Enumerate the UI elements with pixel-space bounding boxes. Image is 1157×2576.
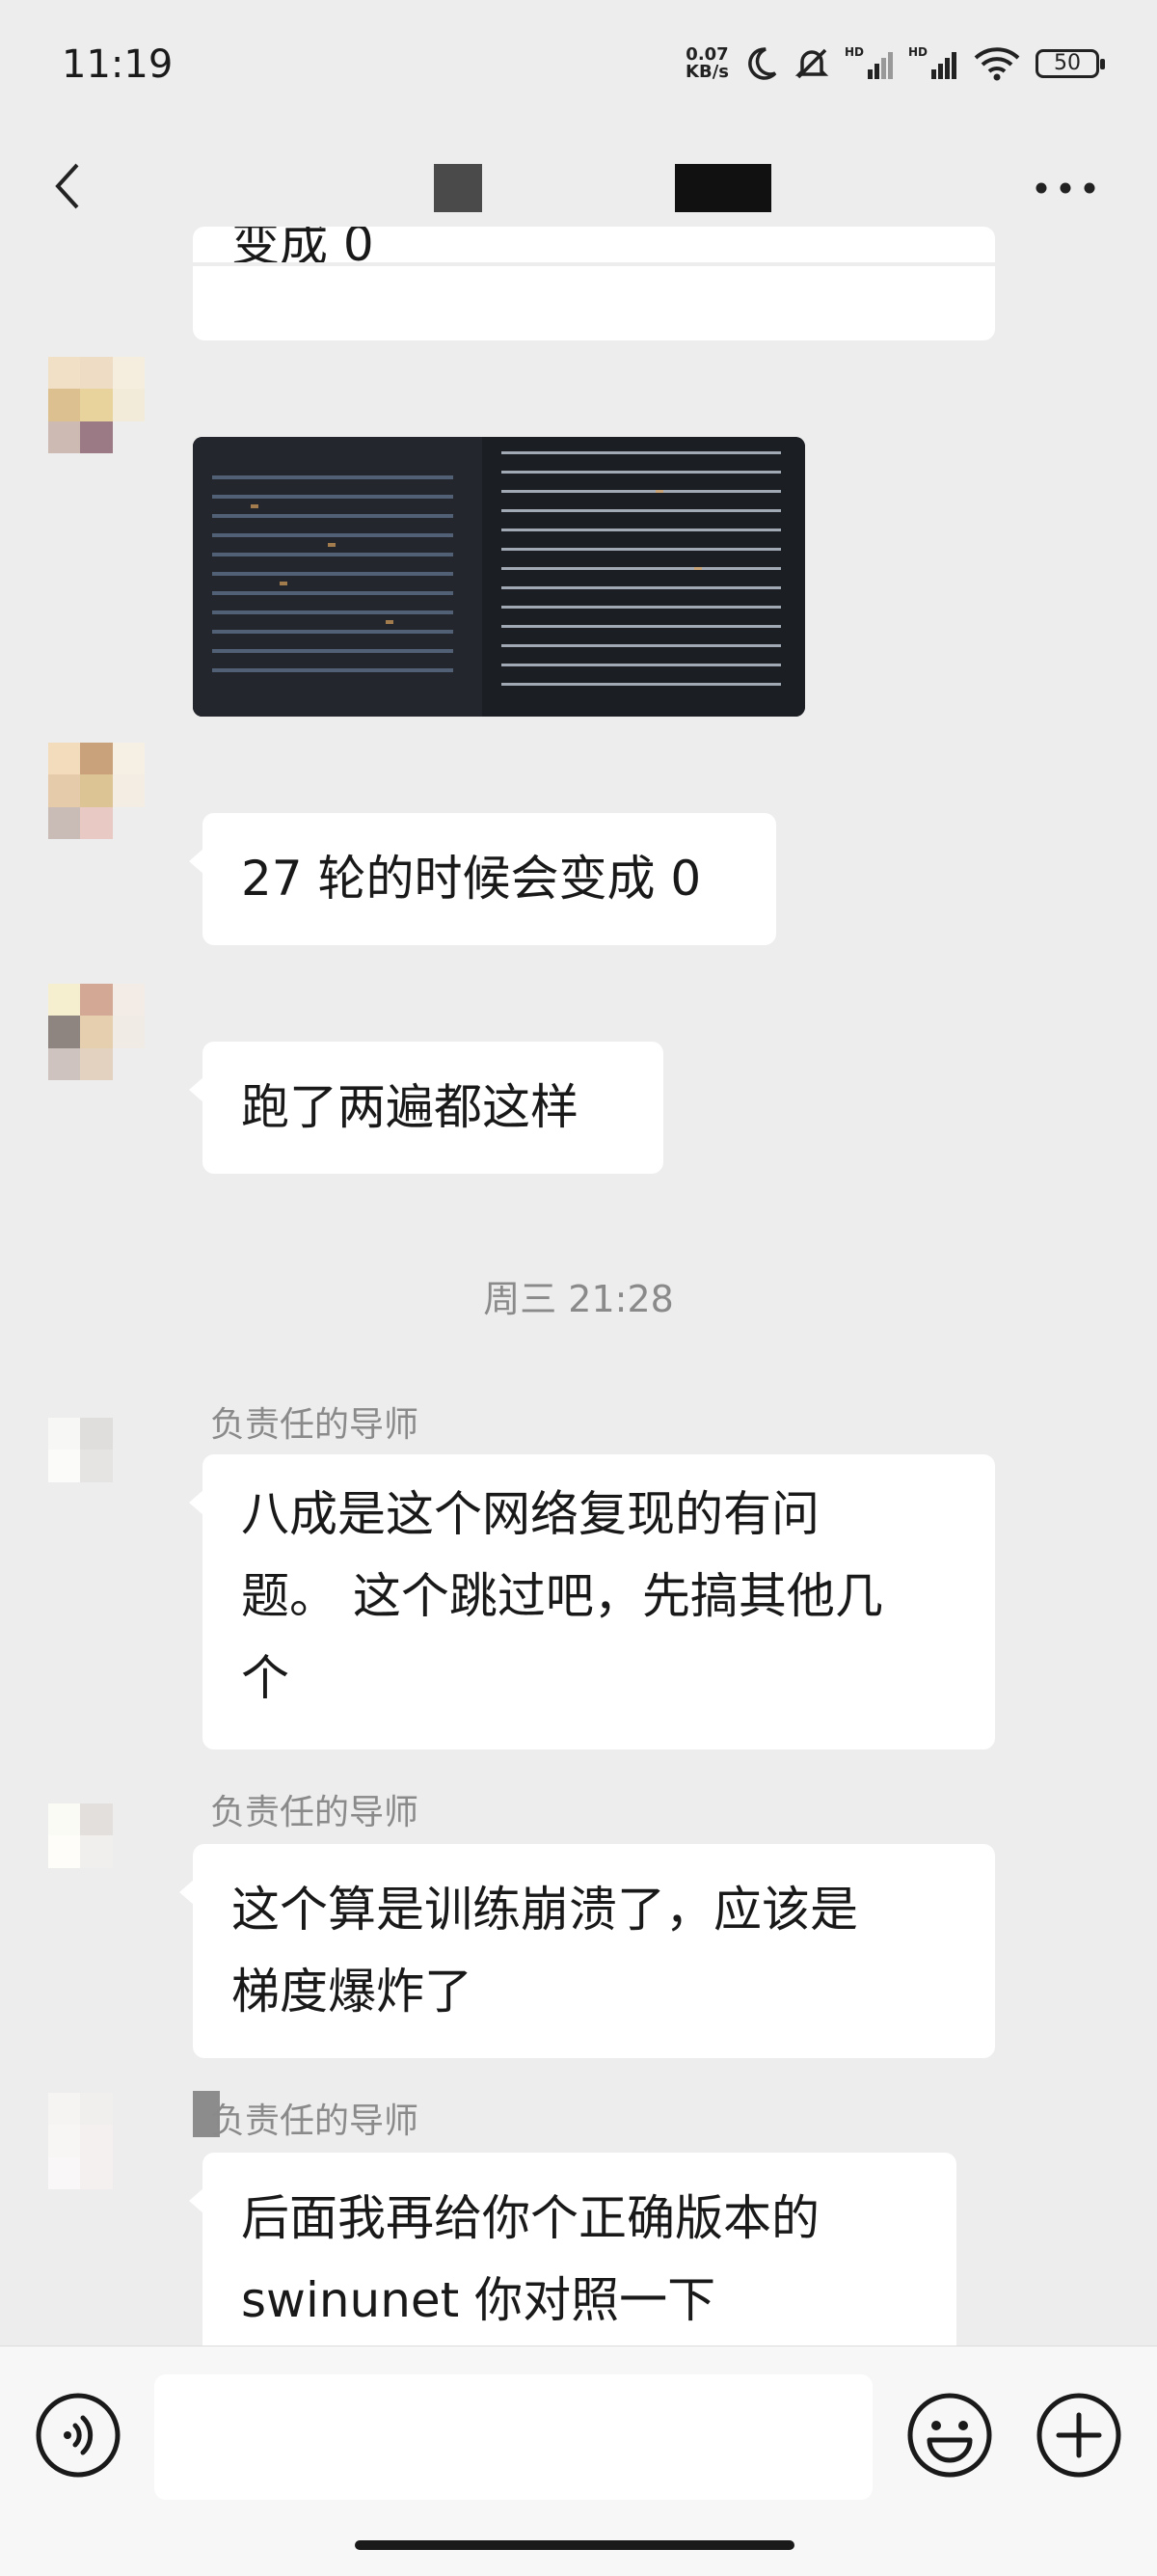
- svg-text:HD: HD: [908, 45, 928, 59]
- avatar[interactable]: [48, 743, 145, 839]
- message-text-line: 个: [241, 1650, 289, 1706]
- avatar[interactable]: [48, 2093, 145, 2189]
- network-speed: 0.07 KB/s: [686, 44, 729, 82]
- add-button[interactable]: [1036, 2392, 1122, 2479]
- signal-hd-1-icon: HD: [845, 45, 893, 79]
- message-bubble[interactable]: 跑了两遍都这样: [189, 1042, 663, 1174]
- blurred-screenshot-image: [193, 437, 805, 717]
- voice-icon: [36, 2393, 121, 2478]
- message-bubble[interactable]: 变成 0: [193, 227, 995, 340]
- svg-text:HD: HD: [845, 45, 864, 59]
- sender-name: 负责任的导师: [210, 1405, 419, 1445]
- status-icons: 0.07 KB/s HD HD 50: [686, 39, 1105, 89]
- message-bubble[interactable]: 八成是这个网络复现的有问 题。 这个跳过吧，先搞其他几 个: [189, 1454, 995, 1749]
- message-text-line: 八成是这个网络复现的有问: [241, 1486, 820, 1542]
- emoji-button[interactable]: [906, 2392, 993, 2479]
- emoji-icon: [907, 2393, 992, 2478]
- bell-off-icon: [794, 48, 829, 79]
- message-text-line: 后面我再给你个正确版本的: [241, 2190, 820, 2246]
- chat-title-redacted-2: [675, 164, 771, 212]
- chat-title-redacted: [434, 164, 482, 212]
- message-input[interactable]: [154, 2374, 873, 2500]
- avatar[interactable]: [48, 1803, 145, 1900]
- voice-input-button[interactable]: [35, 2392, 121, 2479]
- ellipsis-icon: [1036, 182, 1095, 194]
- message-text-line: 题。 这个跳过吧，先搞其他几: [241, 1568, 883, 1624]
- divider: [0, 262, 1157, 266]
- wifi-icon: [974, 47, 1020, 81]
- message-text: 跑了两遍都这样: [241, 1079, 578, 1135]
- plus-circle-icon: [1036, 2393, 1121, 2478]
- avatar[interactable]: [48, 1418, 145, 1514]
- status-time: 11:19: [62, 42, 174, 87]
- message-text: 27 轮的时候会变成 0: [241, 851, 702, 907]
- message-text-line: 梯度爆炸了: [231, 1964, 472, 2020]
- timestamp: 周三 21:28: [483, 1278, 674, 1320]
- back-button[interactable]: [44, 157, 93, 215]
- sender-name: 负责任的导师: [210, 2101, 419, 2141]
- more-options-button[interactable]: [1032, 174, 1099, 203]
- signal-hd-2-icon: HD: [908, 45, 956, 79]
- avatar[interactable]: [48, 984, 145, 1080]
- message-bubble[interactable]: 这个算是训练崩溃了，应该是 梯度爆炸了: [179, 1844, 995, 2058]
- home-indicator[interactable]: [355, 2540, 794, 2550]
- image-message[interactable]: [193, 437, 805, 717]
- message-bubble[interactable]: 27 轮的时候会变成 0: [189, 813, 776, 945]
- moon-icon: [748, 47, 777, 80]
- sender-name: 负责任的导师: [210, 1793, 419, 1832]
- message-text-line: swinunet 你对照一下: [241, 2272, 716, 2328]
- message-text-line: 这个算是训练崩溃了，应该是: [231, 1882, 858, 1938]
- battery-indicator: 50: [1036, 49, 1105, 78]
- chevron-left-icon: [55, 163, 79, 209]
- avatar[interactable]: [48, 357, 145, 453]
